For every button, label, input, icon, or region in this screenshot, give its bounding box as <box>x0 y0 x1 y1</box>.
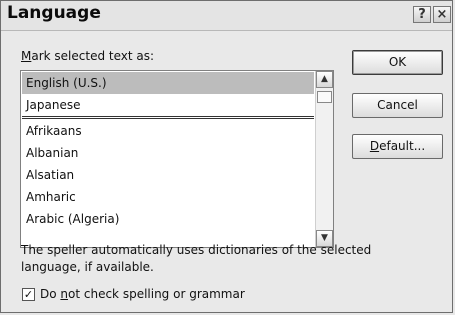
list-item[interactable]: English (U.S.) <box>22 72 314 94</box>
language-listbox[interactable]: English (U.S.) Japanese Afrikaans Albani… <box>20 70 334 248</box>
list-item[interactable]: Arabic (Algeria) <box>22 208 314 230</box>
default-button[interactable]: Default... <box>352 134 443 159</box>
mark-selected-text-label: Mark selected text as: <box>21 49 155 63</box>
close-button[interactable]: × <box>433 6 451 23</box>
dialog-title: Language <box>7 3 101 23</box>
language-dialog: Language ? × Mark selected text as: Engl… <box>0 0 453 313</box>
list-item[interactable]: Japanese <box>22 94 314 116</box>
do-not-check-spelling-label[interactable]: Do not check spelling or grammar <box>40 287 245 301</box>
cancel-button[interactable]: Cancel <box>352 93 443 118</box>
title-bar: Language ? × <box>1 1 452 31</box>
scroll-thumb[interactable] <box>317 91 332 103</box>
scroll-up-icon[interactable]: ▲ <box>316 71 333 88</box>
list-separator <box>22 116 314 119</box>
list-item[interactable]: Amharic <box>22 186 314 208</box>
list-item[interactable]: Afrikaans <box>22 120 314 142</box>
list-scrollbar[interactable]: ▲ ▼ <box>315 71 333 247</box>
do-not-check-spelling-checkbox[interactable]: ✓ <box>22 288 35 301</box>
list-item[interactable]: Alsatian <box>22 164 314 186</box>
speller-info-text: The speller automatically uses dictionar… <box>21 243 372 274</box>
help-button[interactable]: ? <box>413 6 431 23</box>
list-item[interactable]: Albanian <box>22 142 314 164</box>
ok-button[interactable]: OK <box>352 50 443 75</box>
